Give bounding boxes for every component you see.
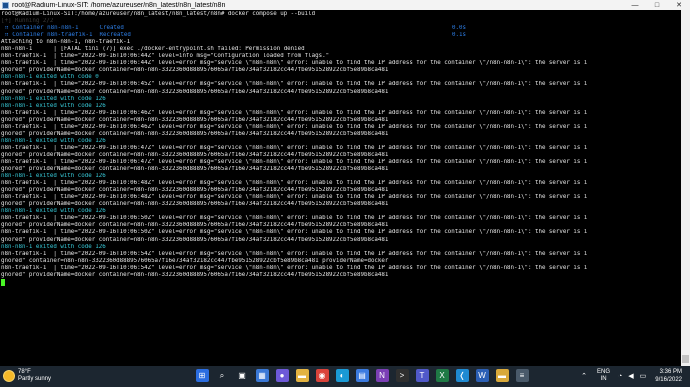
search-icon[interactable]: ⌕ — [216, 369, 229, 382]
terminal-line: gnored" providerName=docker container=n8… — [1, 201, 389, 208]
terminal-line: n8n-traefik-1 | time="2022-09-16T10:06:4… — [1, 194, 588, 201]
word-icon[interactable]: W — [475, 369, 489, 382]
terminal-line: gnored" providerName=docker container=n8… — [1, 222, 389, 229]
terminal-line: gnored" providerName=docker container=n8… — [1, 187, 389, 194]
minimize-icon[interactable]: — — [624, 0, 646, 10]
chrome-icon[interactable]: ◉ — [315, 369, 329, 382]
window-title: root@Radium-Linux-SIT: /home/azureuser/n… — [12, 1, 226, 9]
wifi-icon[interactable]: ◔ — [618, 373, 622, 380]
chevron-up-icon[interactable]: ⌃ — [581, 372, 587, 380]
taskbar: 78°F Partly sunny ⊞ ⌕ ▣ ▦ ● ▬ ◉ ◐ ▤ N > T X ❬ W ▬ ≡ ⌃ EN… — [0, 366, 690, 387]
terminal-line: n8n-n8n-1 exited with code 126 — [1, 208, 106, 215]
terminal-line: gnored" providerName=docker container=n8… — [1, 116, 389, 123]
terminal-line: n8n-traefik-1 | time="2022-09-16T10:06:5… — [1, 264, 588, 271]
close-icon[interactable]: ✕ — [668, 0, 690, 10]
terminal-line: n8n-traefik-1 | time="2022-09-16T10:06:5… — [1, 250, 588, 257]
chat-icon[interactable]: ● — [275, 369, 289, 382]
terminal-line: n8n-n8n-1 exited with code 126 — [1, 173, 106, 180]
terminal-cursor — [1, 278, 5, 286]
clock[interactable]: 3:36 PM 9/16/2022 — [655, 368, 682, 384]
terminal-line: n8n-traefik-1 | time="2022-09-16T10:06:4… — [1, 180, 588, 187]
language-code: ENG — [597, 369, 611, 375]
scrollbar-thumb[interactable] — [682, 355, 689, 363]
folder-icon[interactable]: ▬ — [495, 369, 509, 382]
terminal-line: n8n-n8n-1 | [FATAL tini (7)] exec ./dock… — [1, 46, 305, 53]
teams-icon[interactable]: T — [415, 369, 429, 382]
terminal-line: n8n-traefik-1 | time="2022-09-16T10:06:4… — [1, 60, 588, 67]
vertical-scrollbar[interactable] — [681, 10, 690, 366]
language-indicator[interactable]: ENG IN — [597, 369, 610, 383]
putty-app-icon[interactable] — [2, 1, 9, 9]
terminal-output[interactable]: root@Radium-Linux-SIT:/home/azureuser/n8… — [1, 11, 681, 366]
weather-description: Partly sunny — [18, 376, 52, 382]
keyboard-region: IN — [600, 376, 607, 382]
terminal-line: n8n-traefik-1 | time="2022-09-16T10:06:4… — [1, 109, 588, 116]
system-tray: ⌃ ENG IN ◔ ◀ ▭ 3:36 PM 9/16/2022 — [581, 368, 682, 384]
title-bar[interactable]: root@Radium-Linux-SIT: /home/azureuser/n… — [0, 0, 690, 10]
partly-sunny-icon — [4, 371, 14, 381]
terminal-window: root@Radium-Linux-SIT: /home/azureuser/n… — [0, 0, 690, 366]
file-explorer-icon[interactable]: ▬ — [295, 369, 309, 382]
widgets-icon[interactable]: ▦ — [255, 369, 269, 382]
excel-icon[interactable]: X — [435, 369, 449, 382]
terminal-line: n8n-n8n-1 exited with code 126 — [1, 95, 106, 102]
terminal-line: n8n-traefik-1 | time="2022-09-16T10:06:4… — [1, 81, 588, 88]
task-view-icon[interactable]: ▣ — [236, 369, 249, 382]
terminal-line: n8n-traefik-1 | time="2022-09-16T10:06:4… — [1, 144, 588, 151]
terminal-line: Attaching to n8n-n8n-1, n8n-traefik-1 — [1, 39, 131, 46]
maximize-icon[interactable]: □ — [646, 0, 668, 10]
terminal-line: gnored" providerName=docker container=n8… — [1, 151, 389, 158]
terminal-icon[interactable]: > — [395, 369, 409, 382]
terminal-line: n8n-traefik-1 | time="2022-09-16T10:06:5… — [1, 215, 588, 222]
terminal-line: n8n-traefik-1 | time="2022-09-16T10:06:4… — [1, 123, 588, 130]
terminal-line: n8n-n8n-1 exited with code 0 — [1, 74, 99, 81]
terminal-line: ⠿ Container n8n-n8n-1 Created 0.0s — [1, 25, 466, 32]
terminal-line: n8n-n8n-1 exited with code 126 — [1, 137, 106, 144]
terminal-line: n8n-traefik-1 | time="2022-09-16T10:06:4… — [1, 158, 588, 165]
terminal-line: gnored" providerName=docker container=n8… — [1, 166, 389, 173]
clock-date: 9/16/2022 — [655, 377, 682, 383]
terminal-line: [+] Running 2/2 — [1, 18, 54, 25]
terminal-line: n8n-n8n-1 exited with code 126 — [1, 243, 106, 250]
start-icon[interactable]: ⊞ — [195, 369, 209, 382]
weather-temperature: 78°F — [18, 369, 31, 375]
clock-time: 3:36 PM — [659, 369, 682, 375]
volume-icon[interactable]: ◀ — [628, 372, 633, 380]
terminal-line: gnored" providerName=docker container=n8… — [1, 236, 389, 243]
battery-icon[interactable]: ▭ — [640, 372, 647, 380]
edge-icon[interactable]: ◐ — [335, 369, 349, 382]
terminal-line: n8n-traefik-1 | time="2022-09-16T10:06:5… — [1, 229, 588, 236]
terminal-line: gnored" providerName=docker container=n8… — [1, 67, 389, 74]
weather-widget[interactable]: 78°F Partly sunny — [4, 369, 51, 383]
vscode-icon[interactable]: ❬ — [455, 369, 469, 382]
terminal-line: gnored" providerName=docker container=n8… — [1, 130, 389, 137]
terminal-line: gnored" container=n8n-n8n-3322360d888957… — [1, 257, 389, 264]
terminal-line: n8n-n8n-1 exited with code 126 — [1, 102, 106, 109]
terminal-prompt[interactable] — [1, 278, 681, 286]
onenote-icon[interactable]: N — [375, 369, 389, 382]
terminal-line: gnored" providerName=docker container=n8… — [1, 271, 389, 278]
terminal-line: ⠿ Container n8n-traefik-1 Recreated 0.1s — [1, 32, 466, 39]
store-icon[interactable]: ▤ — [355, 369, 369, 382]
taskbar-apps: ⊞ ⌕ ▣ ▦ ● ▬ ◉ ◐ ▤ N > T X ❬ W ▬ ≡ — [192, 369, 532, 382]
terminal-line: n8n-traefik-1 | time="2022-09-16T10:06:4… — [1, 53, 330, 60]
terminal-line: root@Radium-Linux-SIT:/home/azureuser/n8… — [1, 11, 316, 17]
terminal-line: gnored" providerName=docker container=n8… — [1, 88, 389, 95]
putty-icon[interactable]: ≡ — [515, 369, 529, 382]
